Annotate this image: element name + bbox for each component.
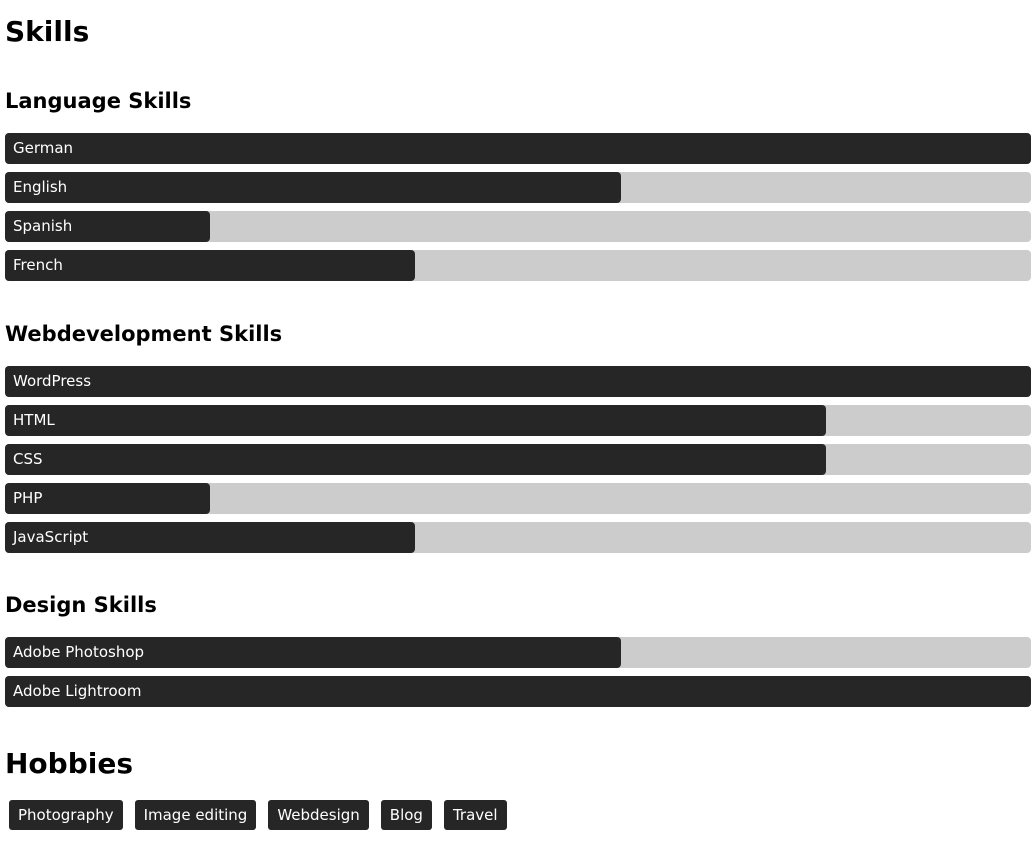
skill-bar-javascript: JavaScript: [5, 522, 1031, 553]
skill-bar-label: English: [13, 178, 68, 196]
hobbies-heading: Hobbies: [5, 747, 134, 780]
skill-bar-label: Adobe Photoshop: [13, 643, 145, 661]
language-skills-heading: Language Skills: [5, 89, 192, 113]
webdevelopment-skills-list: WordPress HTML CSS PHP JavaScript: [5, 366, 1031, 561]
skill-bar-label: Spanish: [13, 217, 73, 235]
skill-bar-label: French: [13, 256, 63, 274]
webdevelopment-skills-heading: Webdevelopment Skills: [5, 322, 283, 346]
language-skills-list: German English Spanish French: [5, 133, 1031, 289]
skill-bar-label: CSS: [13, 450, 43, 468]
skill-bar-fill: [5, 133, 1031, 164]
skill-bar-wordpress: WordPress: [5, 366, 1031, 397]
skill-bar-fill: [5, 676, 1031, 707]
skill-bar-german: German: [5, 133, 1031, 164]
skill-bar-html: HTML: [5, 405, 1031, 436]
skill-bar-spanish: Spanish: [5, 211, 1031, 242]
design-skills-heading: Design Skills: [5, 593, 157, 617]
skill-bar-css: CSS: [5, 444, 1031, 475]
hobby-tag-webdesign: Webdesign: [268, 800, 369, 830]
skill-bar-adobe-lightroom: Adobe Lightroom: [5, 676, 1031, 707]
skill-bar-french: French: [5, 250, 1031, 281]
hobby-tag-blog: Blog: [380, 800, 432, 830]
skill-bar-label: German: [13, 139, 74, 157]
skill-bar-fill: [5, 250, 416, 281]
skill-bar-fill: [5, 444, 826, 475]
skill-bar-label: JavaScript: [13, 528, 89, 546]
hobby-tag-image-editing: Image editing: [134, 800, 257, 830]
hobby-tag-photography: Photography: [9, 800, 123, 830]
skill-bar-label: WordPress: [13, 372, 92, 390]
skill-bar-adobe-photoshop: Adobe Photoshop: [5, 637, 1031, 668]
skill-bar-fill: [5, 366, 1031, 397]
skill-bar-fill: [5, 405, 826, 436]
skill-bar-label: Adobe Lightroom: [13, 682, 142, 700]
skill-bar-english: English: [5, 172, 1031, 203]
skill-bar-fill: [5, 172, 621, 203]
page-title: Skills: [5, 15, 90, 48]
hobbies-list: Photography Image editing Webdesign Blog Tra…: [9, 800, 519, 830]
skill-bar-label: PHP: [13, 489, 43, 507]
skill-bar-label: HTML: [13, 411, 55, 429]
design-skills-list: Adobe Photoshop Adobe Lightroom: [5, 637, 1031, 715]
hobby-tag-travel: Travel: [443, 800, 507, 830]
skill-bar-php: PHP: [5, 483, 1031, 514]
